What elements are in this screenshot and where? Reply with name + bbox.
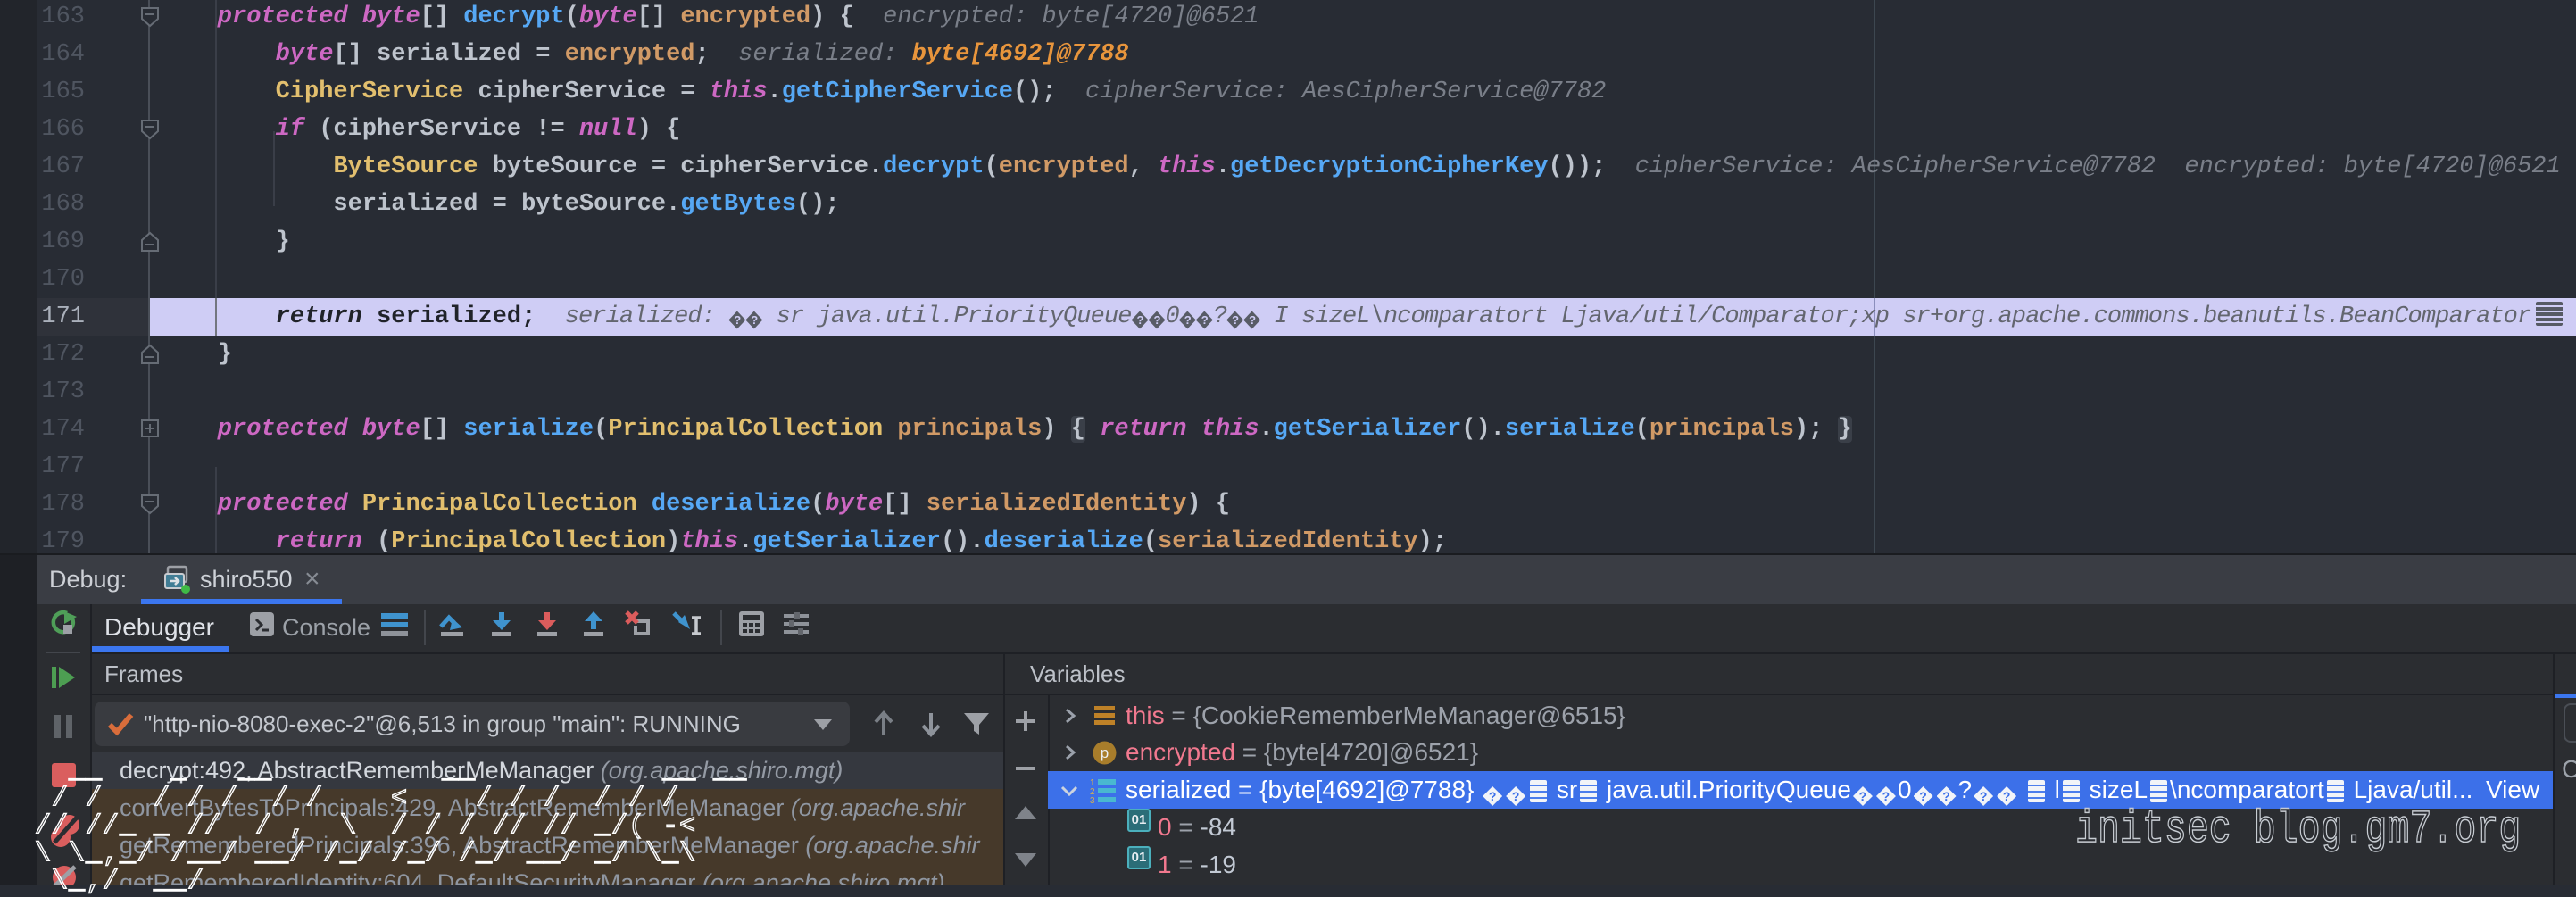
- svg-text:3: 3: [1090, 796, 1095, 803]
- svg-text:p: p: [1101, 744, 1109, 761]
